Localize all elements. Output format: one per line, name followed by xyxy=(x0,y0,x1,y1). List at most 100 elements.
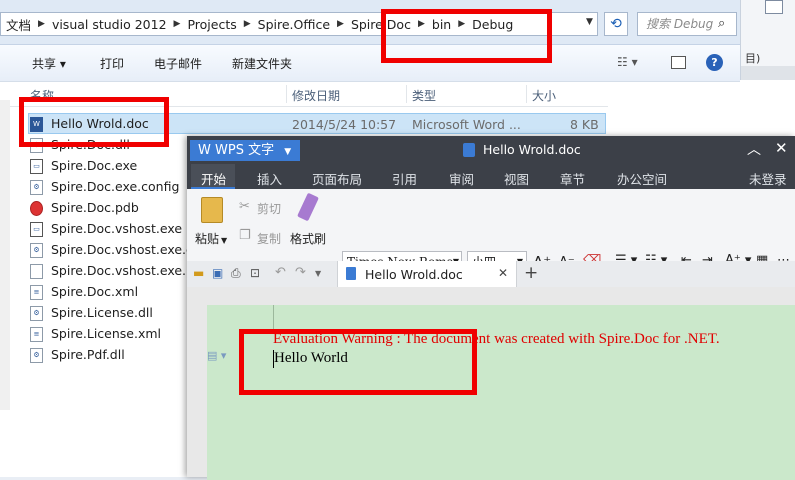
xml-file-icon: ≡ xyxy=(30,284,43,300)
chevron-down-icon: ▼ xyxy=(221,236,228,245)
column-divider[interactable] xyxy=(406,85,407,103)
collapse-ribbon-icon[interactable]: ︿ xyxy=(747,139,761,159)
column-divider[interactable] xyxy=(526,85,527,103)
tab-home[interactable]: 开始 xyxy=(201,169,226,188)
margin-corner-mark xyxy=(273,305,274,331)
file-type: Microsoft Word ... xyxy=(412,117,521,132)
save-icon[interactable]: ▣ xyxy=(212,266,223,280)
breadcrumb-documents[interactable]: 文档 xyxy=(1,15,36,34)
chevron-right-icon[interactable]: ▶ xyxy=(36,19,47,29)
xml-file-icon: ≡ xyxy=(30,326,43,342)
config-file-icon: ⚙ xyxy=(30,242,43,258)
paragraph-handle-icon[interactable]: ▤ ▾ xyxy=(207,349,226,362)
login-link[interactable]: 未登录 xyxy=(749,169,787,188)
print-icon[interactable]: ⎙ xyxy=(231,266,241,281)
navigation-pane-scrollbar[interactable] xyxy=(0,100,10,410)
tab-review[interactable]: 审阅 xyxy=(449,169,474,188)
address-dropdown-icon[interactable]: ▼ xyxy=(586,17,593,27)
print-preview-icon[interactable]: ⊡ xyxy=(250,266,260,280)
document-tab-title: Hello Wrold.doc xyxy=(365,267,463,282)
close-tab-icon[interactable]: ✕ xyxy=(498,266,508,280)
word-doc-icon xyxy=(346,267,356,280)
format-painter-icon[interactable] xyxy=(297,192,319,222)
open-folder-icon[interactable]: ▬ xyxy=(193,266,204,280)
annotation-box-hello-world xyxy=(239,329,477,395)
wps-ribbon-tabs: 开始 插入 页面布局 引用 审阅 视图 章节 办公空间 未登录 xyxy=(187,164,795,189)
scissors-icon[interactable]: ✂ xyxy=(239,199,250,214)
column-modified[interactable]: 修改日期 xyxy=(292,87,340,104)
search-icon[interactable]: ⌕ xyxy=(718,16,725,31)
file-row[interactable]: ≡ Spire.Doc.xml xyxy=(30,282,190,302)
redo-icon[interactable]: ↷ xyxy=(295,265,306,280)
chevron-right-icon[interactable]: ▶ xyxy=(242,19,253,29)
cut-button[interactable]: 剪切 xyxy=(257,200,281,217)
email-button[interactable]: 电子邮件 xyxy=(154,55,202,72)
file-row[interactable]: ⚙ Spire.Doc.vshost.exe.co xyxy=(30,240,201,260)
file-row[interactable]: ▭ Spire.Doc.vshost.exe xyxy=(30,219,190,239)
copy-button[interactable]: 复制 xyxy=(257,230,281,247)
window-title: Hello Wrold.doc xyxy=(483,142,581,157)
tab-references[interactable]: 引用 xyxy=(392,169,417,188)
tab-page-layout[interactable]: 页面布局 xyxy=(312,169,362,188)
explorer-toolbar: 共享 ▾ 打印 电子邮件 新建文件夹 ☷ ▾ ? xyxy=(0,45,740,82)
view-options-icon[interactable]: ☷ ▾ xyxy=(617,55,638,69)
file-row[interactable]: ▭ Spire.Doc.exe xyxy=(30,156,190,176)
preview-pane-icon[interactable] xyxy=(671,56,686,69)
paste-icon[interactable] xyxy=(201,197,223,223)
format-painter-button[interactable]: 格式刷 xyxy=(290,230,326,247)
refresh-button[interactable]: ⟲ xyxy=(604,12,628,36)
breadcrumb-visual-studio[interactable]: visual studio 2012 xyxy=(47,17,172,32)
dll-file-icon: ⚙ xyxy=(30,347,43,363)
exe-file-icon: ▭ xyxy=(30,221,43,237)
file-row[interactable]: Spire.Doc.pdb xyxy=(30,198,190,218)
annotation-box-bin-debug xyxy=(381,9,552,63)
pdb-file-icon xyxy=(30,200,43,216)
wps-app-menu-button[interactable]: W WPS 文字 ▼ xyxy=(190,140,300,161)
dll-file-icon: ⚙ xyxy=(30,305,43,321)
background-window-bar xyxy=(741,66,795,80)
breadcrumb-projects[interactable]: Projects xyxy=(182,17,241,32)
copy-icon[interactable]: ❐ xyxy=(239,228,251,243)
background-window-text: 目) xyxy=(745,52,761,65)
annotation-box-hello-doc xyxy=(19,97,169,147)
wps-title-bar[interactable]: W WPS 文字 ▼ Hello Wrold.doc ︿ ✕ xyxy=(187,136,795,164)
undo-icon[interactable]: ↶ xyxy=(275,265,286,280)
help-icon[interactable]: ? xyxy=(706,54,723,71)
chevron-right-icon[interactable]: ▶ xyxy=(335,19,346,29)
share-button[interactable]: 共享 ▾ xyxy=(32,55,66,72)
quick-access-dropdown-icon[interactable]: ▼ xyxy=(315,269,321,278)
config-file-icon: ⚙ xyxy=(30,179,43,195)
file-row[interactable]: ≡ Spire.License.xml xyxy=(30,324,190,344)
document-tabs-bar: ▬ ▣ ⎙ ⊡ ↶ ↷ ▼ Hello Wrold.doc ✕ + xyxy=(187,261,795,288)
new-tab-icon[interactable]: + xyxy=(524,263,538,283)
paste-button[interactable]: 粘贴 ▼ xyxy=(195,230,227,247)
file-row[interactable]: Spire.Doc.vshost.exe.m xyxy=(30,261,198,281)
tab-insert[interactable]: 插入 xyxy=(257,169,282,188)
wps-ribbon: 粘贴▼ ✂ 剪切 ❐ 复制 格式刷 Times New Roma▼ 小四▼ A⁺… xyxy=(187,189,795,298)
file-icon xyxy=(30,263,43,279)
column-size[interactable]: 大小 xyxy=(532,87,556,104)
document-tab[interactable]: Hello Wrold.doc ✕ xyxy=(337,261,517,287)
word-doc-icon xyxy=(463,143,475,157)
exe-file-icon: ▭ xyxy=(30,158,43,174)
file-row[interactable]: ⚙ Spire.Pdf.dll xyxy=(30,345,190,365)
background-window: 目) xyxy=(740,0,795,80)
wps-logo-icon: W xyxy=(198,143,211,158)
breadcrumb-spire-office[interactable]: Spire.Office xyxy=(253,17,335,32)
print-button[interactable]: 打印 xyxy=(100,55,124,72)
chevron-right-icon[interactable]: ▶ xyxy=(172,19,183,29)
file-row[interactable]: ⚙ Spire.Doc.exe.config xyxy=(30,177,190,197)
window-thumbnail-icon xyxy=(765,0,783,14)
column-divider[interactable] xyxy=(286,85,287,103)
wps-writer-window: W WPS 文字 ▼ Hello Wrold.doc ︿ ✕ 开始 插入 页面布… xyxy=(187,136,795,480)
column-type[interactable]: 类型 xyxy=(412,87,436,104)
file-modified-date: 2014/5/24 10:57 xyxy=(292,117,397,132)
new-folder-button[interactable]: 新建文件夹 xyxy=(232,55,292,72)
chevron-down-icon: ▼ xyxy=(284,147,292,157)
file-size: 8 KB xyxy=(570,117,599,132)
tab-office-space[interactable]: 办公空间 xyxy=(617,169,667,188)
tab-view[interactable]: 视图 xyxy=(504,169,529,188)
file-row[interactable]: ⚙ Spire.License.dll xyxy=(30,303,190,323)
tab-section[interactable]: 章节 xyxy=(560,169,585,188)
close-icon[interactable]: ✕ xyxy=(775,139,788,157)
